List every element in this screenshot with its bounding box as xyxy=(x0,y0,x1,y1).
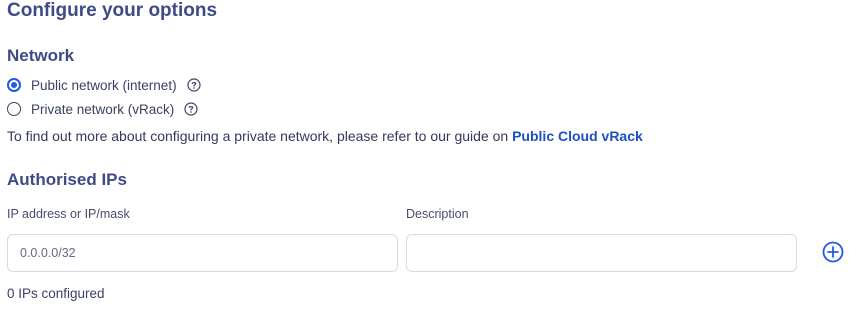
ips-configured-count: 0 IPs configured xyxy=(7,286,105,301)
radio-private-network[interactable]: Private network (vRack) xyxy=(7,99,198,119)
info-text: To find out more about configuring a pri… xyxy=(7,128,513,144)
radio-public-network[interactable]: Public network (internet) xyxy=(7,75,201,95)
ip-address-label: IP address or IP/mask xyxy=(7,207,130,221)
page-title: Configure your options xyxy=(7,0,218,21)
description-input[interactable] xyxy=(406,234,797,272)
network-heading: Network xyxy=(7,46,75,65)
radio-button-public[interactable] xyxy=(7,78,21,92)
ip-address-input[interactable]: 0.0.0.0/32 xyxy=(7,234,398,272)
add-ip-plus-circle-icon[interactable] xyxy=(822,241,844,263)
radio-label-public: Public network (internet) xyxy=(31,77,177,93)
help-icon[interactable] xyxy=(184,102,198,116)
private-network-info: To find out more about configuring a pri… xyxy=(7,128,643,144)
radio-label-private: Private network (vRack) xyxy=(31,101,175,117)
ip-address-placeholder: 0.0.0.0/32 xyxy=(20,246,76,260)
vrack-guide-link[interactable]: Public Cloud vRack xyxy=(512,128,643,144)
description-label: Description xyxy=(406,207,469,221)
radio-button-private[interactable] xyxy=(7,102,21,116)
authorised-ips-heading: Authorised IPs xyxy=(7,170,127,189)
help-icon[interactable] xyxy=(186,78,201,92)
